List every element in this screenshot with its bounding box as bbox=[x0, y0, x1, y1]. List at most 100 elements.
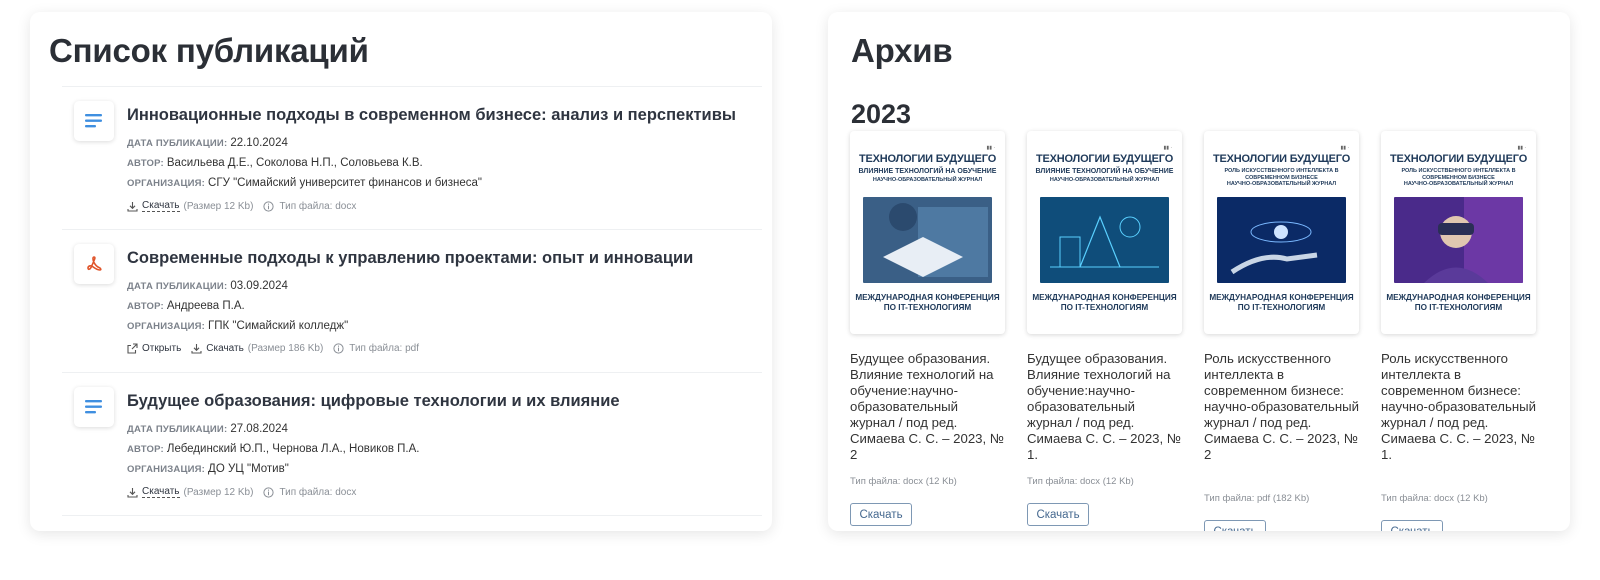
cover-sub-line2: НАУЧНО-ОБРАЗОВАТЕЛЬНЫЙ ЖУРНАЛ bbox=[1403, 181, 1514, 187]
filetype-info: Тип файла: docx bbox=[263, 201, 356, 212]
publication-org: ОРГАНИЗАЦИЯ: СГУ "Симайский университет ф… bbox=[127, 177, 482, 189]
publication-author: АВТОР: Лебединский Ю.П., Чернова Л.А., Но… bbox=[127, 443, 419, 455]
download-link[interactable]: Скачать bbox=[191, 343, 244, 354]
cover-logo-icon: ▮▮ · bbox=[986, 145, 995, 151]
book-cover[interactable]: ▮▮ · ТЕХНОЛОГИИ БУДУЩЕГО РОЛЬ ИСКУССТВЕН… bbox=[1204, 131, 1359, 334]
date-value: 27.08.2024 bbox=[230, 423, 288, 435]
file-size: (Размер 12 Kb) bbox=[183, 200, 254, 212]
date-label: ДАТА ПУБЛИКАЦИИ: bbox=[127, 424, 228, 435]
download-label: Скачать bbox=[142, 486, 180, 498]
publications-card: Список публикаций Инновационные подходы … bbox=[30, 12, 772, 531]
book-filetype: Тип файла: docx (12 Kb) bbox=[1027, 476, 1134, 487]
filetype-text: Тип файла: docx bbox=[279, 200, 357, 212]
org-value: ДО УЦ "Мотив" bbox=[208, 463, 289, 475]
publications-list: Инновационные подходы в современном бизн… bbox=[62, 86, 762, 516]
download-link[interactable]: Скачать bbox=[127, 486, 180, 498]
info-icon bbox=[263, 486, 275, 498]
date-label: ДАТА ПУБЛИКАЦИИ: bbox=[127, 281, 228, 292]
download-link[interactable]: Скачать bbox=[127, 200, 180, 212]
org-value: ГПК "Симайский колледж" bbox=[208, 320, 349, 332]
cover-logo-icon: ▮▮ · bbox=[1517, 145, 1526, 151]
publications-title: Список публикаций bbox=[49, 32, 369, 69]
cover-title: ТЕХНОЛОГИИ БУДУЩЕГО bbox=[1212, 153, 1351, 165]
cover-image bbox=[863, 197, 992, 283]
publication-title[interactable]: Инновационные подходы в современном бизн… bbox=[127, 106, 736, 125]
cover-logo-icon: ▮▮ · bbox=[1340, 145, 1349, 151]
doc-lines-icon bbox=[74, 101, 114, 141]
filetype-text: Тип файла: pdf bbox=[349, 343, 419, 354]
book-title: Роль искусственного интеллекта в совреме… bbox=[1381, 351, 1536, 462]
archive-year: 2023 bbox=[851, 99, 912, 129]
download-button[interactable]: Скачать bbox=[1381, 520, 1443, 531]
file-size: (Размер 12 Kb) bbox=[183, 486, 254, 498]
cover-sub-line2: НАУЧНО-ОБРАЗОВАТЕЛЬНЫЙ ЖУРНАЛ bbox=[1049, 177, 1160, 183]
book-cover[interactable]: ▮▮ · ТЕХНОЛОГИИ БУДУЩЕГО ВЛИЯНИЕ ТЕХНОЛО… bbox=[850, 131, 1005, 334]
author-label: АВТОР: bbox=[127, 444, 164, 455]
publication-item: Современные подходы к управлению проекта… bbox=[62, 229, 762, 372]
file-size: (Размер 186 Kb) bbox=[247, 343, 324, 354]
publication-actions: Скачать (Размер 12 Kb) Тип файла: docx bbox=[127, 486, 356, 498]
filetype-info: Тип файла: pdf bbox=[333, 343, 419, 354]
open-link[interactable]: Открыть bbox=[127, 343, 181, 354]
org-label: ОРГАНИЗАЦИЯ: bbox=[127, 321, 206, 332]
date-label: ДАТА ПУБЛИКАЦИИ: bbox=[127, 138, 228, 149]
cover-subtitle: РОЛЬ ИСКУССТВЕННОГО ИНТЕЛЛЕКТА В СОВРЕМЕ… bbox=[1385, 168, 1532, 188]
external-link-icon bbox=[127, 343, 138, 354]
cover-footer: МЕЖДУНАРОДНАЯ КОНФЕРЕНЦИЯ ПО IT-ТЕХНОЛОГ… bbox=[855, 293, 1000, 312]
download-icon bbox=[127, 487, 138, 498]
cover-sub-line: ВЛИЯНИЕ ТЕХНОЛОГИЙ НА ОБУЧЕНИЕ bbox=[858, 168, 997, 175]
cover-sub-line: РОЛЬ ИСКУССТВЕННОГО ИНТЕЛЛЕКТА В СОВРЕМЕ… bbox=[1224, 168, 1339, 181]
publication-date: ДАТА ПУБЛИКАЦИИ: 27.08.2024 bbox=[127, 423, 288, 435]
publication-org: ОРГАНИЗАЦИЯ: ГПК "Симайский колледж" bbox=[127, 320, 348, 332]
org-label: ОРГАНИЗАЦИЯ: bbox=[127, 178, 206, 189]
archive-title: Архив bbox=[851, 32, 953, 69]
date-value: 22.10.2024 bbox=[230, 137, 288, 149]
pdf-acrobat-icon bbox=[74, 244, 114, 284]
doc-lines-icon bbox=[74, 387, 114, 427]
book-title: Будущее образования. Влияние технологий … bbox=[850, 351, 1004, 462]
cover-subtitle: ВЛИЯНИЕ ТЕХНОЛОГИЙ НА ОБУЧЕНИЕ НАУЧНО-ОБР… bbox=[854, 168, 1001, 184]
author-value: Андреева П.А. bbox=[166, 300, 245, 312]
info-icon bbox=[263, 200, 275, 212]
archive-grid: ▮▮ · ТЕХНОЛОГИИ БУДУЩЕГО ВЛИЯНИЕ ТЕХНОЛО… bbox=[850, 131, 1550, 531]
cover-footer: МЕЖДУНАРОДНАЯ КОНФЕРЕНЦИЯ ПО IT-ТЕХНОЛОГ… bbox=[1032, 293, 1177, 312]
book-filetype: Тип файла: docx (12 Kb) bbox=[850, 476, 957, 487]
cover-sub-line: РОЛЬ ИСКУССТВЕННОГО ИНТЕЛЛЕКТА В СОВРЕМЕ… bbox=[1401, 168, 1516, 181]
org-label: ОРГАНИЗАЦИЯ: bbox=[127, 464, 206, 475]
cover-sub-line: ВЛИЯНИЕ ТЕХНОЛОГИЙ НА ОБУЧЕНИЕ bbox=[1035, 168, 1174, 175]
book-filetype: Тип файла: docx (12 Kb) bbox=[1381, 493, 1488, 504]
author-label: АВТОР: bbox=[127, 301, 164, 312]
cover-logo-icon: ▮▮ · bbox=[1163, 145, 1172, 151]
archive-card: Архив 2023 ▮▮ · ТЕХНОЛОГИИ БУДУЩЕГО ВЛИЯ… bbox=[828, 12, 1570, 531]
book-cover[interactable]: ▮▮ · ТЕХНОЛОГИИ БУДУЩЕГО ВЛИЯНИЕ ТЕХНОЛО… bbox=[1027, 131, 1182, 334]
download-icon bbox=[191, 344, 202, 354]
cover-title: ТЕХНОЛОГИИ БУДУЩЕГО bbox=[1035, 153, 1174, 165]
cover-sub-line2: НАУЧНО-ОБРАЗОВАТЕЛЬНЫЙ ЖУРНАЛ bbox=[872, 177, 983, 183]
book-title: Будущее образования. Влияние технологий … bbox=[1027, 351, 1181, 462]
publication-date: ДАТА ПУБЛИКАЦИИ: 03.09.2024 bbox=[127, 280, 288, 292]
download-button[interactable]: Скачать bbox=[850, 503, 912, 526]
cover-sub-line2: НАУЧНО-ОБРАЗОВАТЕЛЬНЫЙ ЖУРНАЛ bbox=[1226, 181, 1337, 187]
download-button[interactable]: Скачать bbox=[1204, 520, 1266, 531]
book-cover[interactable]: ▮▮ · ТЕХНОЛОГИИ БУДУЩЕГО РОЛЬ ИСКУССТВЕН… bbox=[1381, 131, 1536, 334]
publication-title[interactable]: Будущее образования: цифровые технологии… bbox=[127, 392, 620, 411]
publication-org: ОРГАНИЗАЦИЯ: ДО УЦ "Мотив" bbox=[127, 463, 289, 475]
publication-author: АВТОР: Васильева Д.Е., Соколова Н.П., Сол… bbox=[127, 157, 423, 169]
publication-date: ДАТА ПУБЛИКАЦИИ: 22.10.2024 bbox=[127, 137, 288, 149]
cover-subtitle: РОЛЬ ИСКУССТВЕННОГО ИНТЕЛЛЕКТА В СОВРЕМЕ… bbox=[1208, 168, 1355, 188]
cover-title: ТЕХНОЛОГИИ БУДУЩЕГО bbox=[858, 153, 997, 165]
author-value: Лебединский Ю.П., Чернова Л.А., Новиков … bbox=[166, 443, 420, 455]
cover-footer: МЕЖДУНАРОДНАЯ КОНФЕРЕНЦИЯ ПО IT-ТЕХНОЛОГ… bbox=[1386, 293, 1531, 312]
cover-image bbox=[1394, 197, 1523, 283]
cover-image bbox=[1217, 197, 1346, 283]
filetype-info: Тип файла: docx bbox=[263, 487, 356, 498]
publication-title[interactable]: Современные подходы к управлению проекта… bbox=[127, 249, 693, 268]
open-label: Открыть bbox=[142, 343, 182, 354]
cover-footer: МЕЖДУНАРОДНАЯ КОНФЕРЕНЦИЯ ПО IT-ТЕХНОЛОГ… bbox=[1209, 293, 1354, 312]
filetype-text: Тип файла: docx bbox=[279, 486, 357, 498]
author-value: Васильева Д.Е., Соколова Н.П., Соловьева… bbox=[166, 157, 423, 169]
book-title: Роль искусственного интеллекта в совреме… bbox=[1204, 351, 1359, 462]
book-filetype: Тип файла: pdf (182 Kb) bbox=[1204, 493, 1310, 504]
download-button[interactable]: Скачать bbox=[1027, 503, 1089, 526]
cover-title: ТЕХНОЛОГИИ БУДУЩЕГО bbox=[1389, 153, 1528, 165]
